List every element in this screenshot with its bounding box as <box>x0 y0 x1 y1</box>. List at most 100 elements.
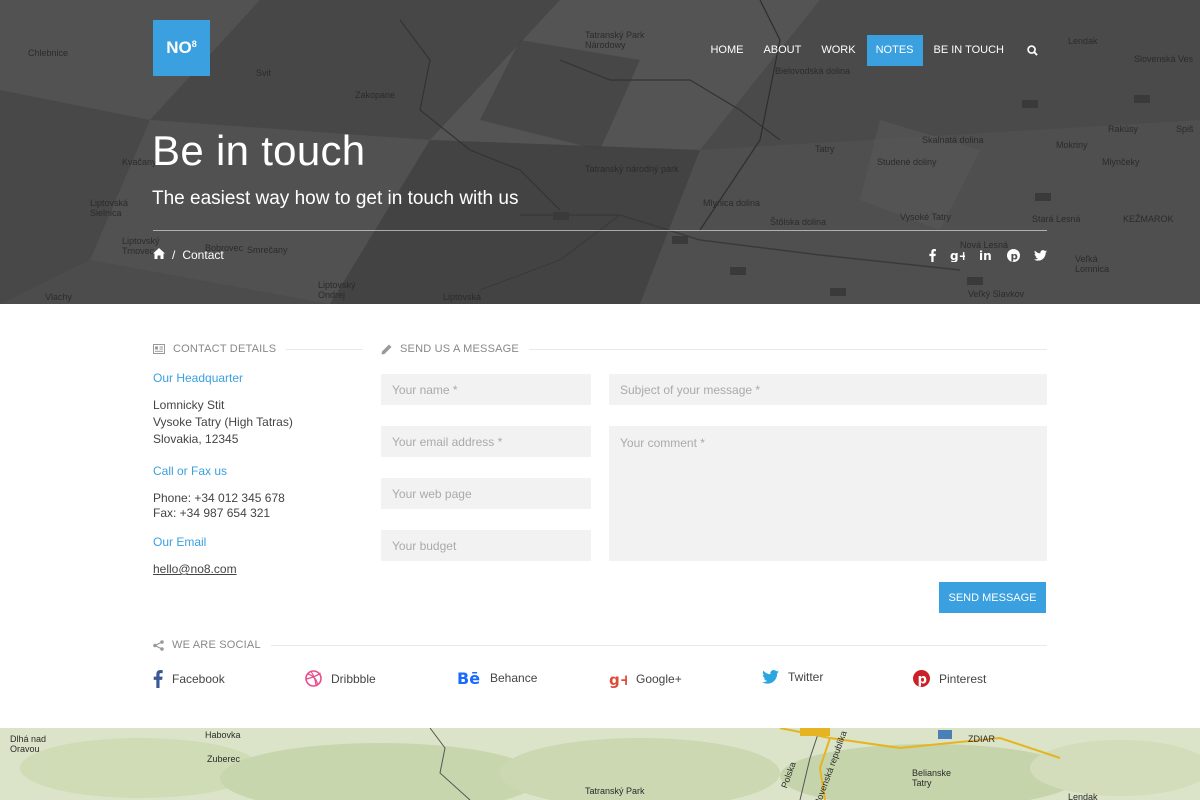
map-label: Mokriny <box>1056 140 1088 150</box>
phone-details: Phone: +34 012 345 678 Fax: +34 987 654 … <box>153 491 285 521</box>
hq-label: Our Headquarter <box>153 371 244 385</box>
social-label: Google+ <box>636 672 682 686</box>
map-label: ZDIAR <box>968 734 995 744</box>
address: Lomnicky Stit Vysoke Tatry (High Tatras)… <box>153 397 293 448</box>
map-label: Liptovská <box>443 292 482 302</box>
heading-line <box>286 348 363 350</box>
facebook-icon <box>153 670 163 688</box>
map-label: Habovka <box>205 730 241 740</box>
map-label: Lendak <box>1068 36 1098 46</box>
map-label: Vlachy <box>45 292 73 302</box>
nav-item-about[interactable]: ABOUT <box>754 35 810 66</box>
map-label: Chlebnice <box>28 48 69 58</box>
id-card-icon <box>153 344 165 354</box>
map-label: Liptovská Sielnica <box>90 198 129 218</box>
map-label: Mlynčeky <box>1102 157 1140 167</box>
map-label: Tatranský Park <box>585 786 645 796</box>
social-label: Dribbble <box>331 671 376 686</box>
social-link-google-plus[interactable]: g+ Google+ <box>609 670 682 688</box>
svg-text:g+: g+ <box>950 249 965 262</box>
nav-item-work[interactable]: WORK <box>812 35 864 66</box>
email-label: Our Email <box>153 535 207 549</box>
page-subtitle: The easiest way how to get in touch with… <box>152 188 519 209</box>
map-label: Tatranský Park Národowy <box>585 30 645 50</box>
contact-details-title: CONTACT DETAILS <box>173 343 277 355</box>
social-title: WE ARE SOCIAL <box>172 639 261 651</box>
map-label: Spiš <box>1176 124 1194 134</box>
social-link-facebook[interactable]: Facebook <box>153 670 225 688</box>
dribbble-icon <box>305 670 322 687</box>
site-logo[interactable]: NO 8 <box>153 20 210 76</box>
search-icon[interactable] <box>1017 35 1047 66</box>
svg-text:g+: g+ <box>609 671 627 688</box>
contact-details-heading: CONTACT DETAILS <box>153 343 363 355</box>
map-label: Zuberec <box>207 754 241 764</box>
comment-textarea[interactable] <box>609 426 1047 561</box>
map-label: Svit <box>256 68 272 78</box>
map-label: Dlhá nad Oravou <box>10 734 47 754</box>
social-link-pinterest[interactable]: p Pinterest <box>913 670 986 687</box>
map-label: Tatry <box>815 144 835 154</box>
linkedin-icon[interactable]: in <box>979 249 993 262</box>
budget-input[interactable] <box>381 530 591 561</box>
nav-item-notes[interactable]: NOTES <box>866 35 923 66</box>
fax-number: Fax: +34 987 654 321 <box>153 506 271 520</box>
map-label: Stará Lesná <box>1032 214 1081 224</box>
map-label: Lendak <box>1068 792 1098 800</box>
hero-social-links: g+ in p <box>929 249 1047 262</box>
web-page-input[interactable] <box>381 478 591 509</box>
email-link[interactable]: hello@no8.com <box>153 562 237 576</box>
map-label: Bielovodská dolina <box>775 66 851 76</box>
twitter-icon[interactable] <box>1034 250 1047 261</box>
social-label: Pinterest <box>939 671 987 686</box>
social-label: Facebook <box>172 672 225 686</box>
behance-icon: Bē <box>457 670 481 686</box>
map-label: Liptovský Ondrej <box>318 280 356 300</box>
heading-line <box>528 348 1047 350</box>
pencil-icon <box>381 344 392 355</box>
nav-item-home[interactable]: HOME <box>701 35 752 66</box>
map-label: Štôlska dolina <box>770 217 827 227</box>
map-label: Veľká Lomnica <box>1075 254 1110 274</box>
breadcrumb: / Contact <box>153 248 224 262</box>
address-line: Slovakia, 12345 <box>153 432 239 446</box>
subject-input[interactable] <box>609 374 1047 405</box>
twitter-icon <box>762 670 779 684</box>
phone-number: Phone: +34 012 345 678 <box>153 491 285 505</box>
svg-text:in: in <box>979 249 992 262</box>
address-line: Lomnicky Stit <box>153 398 225 412</box>
social-label: Twitter <box>788 670 824 684</box>
logo-text: NO <box>166 38 192 57</box>
social-link-dribbble[interactable]: Dribbble <box>305 670 376 687</box>
pinterest-icon[interactable]: p <box>1007 249 1020 262</box>
facebook-icon[interactable] <box>929 249 936 262</box>
social-link-twitter[interactable]: Twitter <box>762 670 823 684</box>
google-plus-icon[interactable]: g+ <box>950 249 965 262</box>
breadcrumb-current: Contact <box>182 248 224 262</box>
location-map[interactable]: Dlhá nad Oravou Habovka Zuberec Tatransk… <box>0 728 1200 800</box>
nav-item-be-in-touch[interactable]: BE IN TOUCH <box>925 35 1014 66</box>
email-input[interactable] <box>381 426 591 457</box>
map-label: Slovenská Ves <box>1134 54 1194 64</box>
map-label: Tatranský národný park <box>585 164 679 174</box>
logo-sup: 8 <box>191 39 197 49</box>
hero-divider <box>153 230 1047 231</box>
breadcrumb-separator: / <box>172 248 176 262</box>
name-input[interactable] <box>381 374 591 405</box>
map-label: Studené doliny <box>877 157 937 167</box>
send-message-title: SEND US A MESSAGE <box>400 343 519 355</box>
page-title: Be in touch <box>152 127 366 174</box>
home-icon[interactable] <box>153 248 165 262</box>
svg-text:p: p <box>918 673 927 688</box>
address-line: Vysoke Tatry (High Tatras) <box>153 415 293 429</box>
main-nav: HOME ABOUT WORK NOTES BE IN TOUCH <box>699 35 1047 66</box>
send-message-heading: SEND US A MESSAGE <box>381 343 1047 355</box>
hero-banner: Chlebnice Tatranský Park Národowy Lendak… <box>0 0 1200 304</box>
phone-label: Call or Fax us <box>153 464 228 478</box>
share-icon <box>153 639 164 651</box>
send-message-button[interactable]: SEND MESSAGE <box>939 582 1046 613</box>
map-label: Vysoké Tatry <box>900 212 952 222</box>
map-label: Belianske Tatry <box>912 768 952 788</box>
map-label: Skalnatá dolina <box>922 135 984 145</box>
social-link-behance[interactable]: Bē Behance <box>457 670 537 686</box>
